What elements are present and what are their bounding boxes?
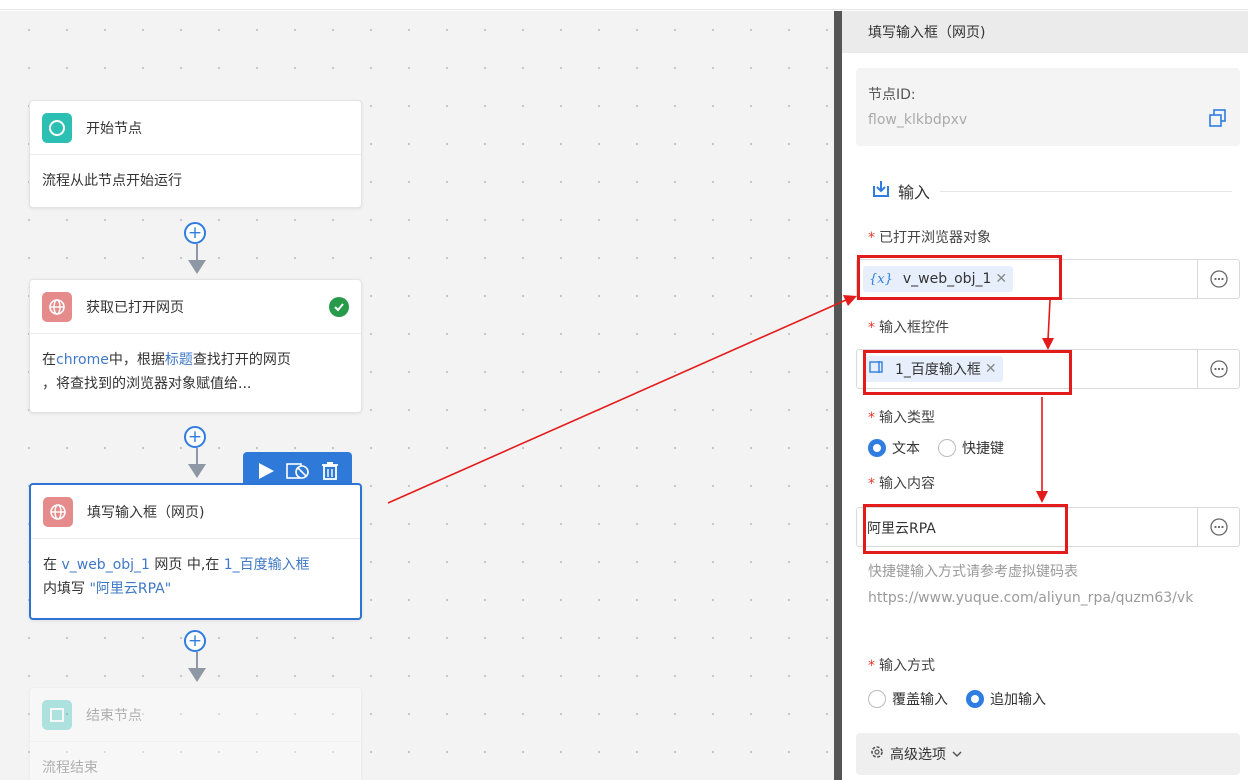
end-node-desc: 流程结束 xyxy=(42,760,98,776)
hotkey-doc-url: https://www.yuque.com/aliyun_rpa/quzm63/… xyxy=(868,590,1194,606)
radio-hotkey[interactable] xyxy=(938,439,956,457)
input-control-label: * 输入框控件 xyxy=(868,320,949,336)
get-page-node-desc: 在chrome中，根据标题查找打开的网页 ，将查找到的浏览器对象赋值给... xyxy=(42,352,291,392)
end-node-header: 结束节点 xyxy=(30,688,361,742)
add-node-plus-button[interactable]: + xyxy=(184,630,206,652)
start-node-header: 开始节点 xyxy=(30,101,361,155)
start-node-title: 开始节点 xyxy=(86,120,142,137)
globe-icon xyxy=(42,291,72,322)
trash-icon[interactable] xyxy=(320,461,340,485)
start-node[interactable]: 开始节点 流程从此节点开始运行 xyxy=(29,100,362,208)
gear-icon xyxy=(870,745,884,763)
variable-tag-value: v_web_obj_1 xyxy=(902,271,992,287)
section-divider xyxy=(940,190,1232,192)
ellipsis-icon xyxy=(1209,360,1228,378)
input-content-field[interactable]: 阿里云RPA xyxy=(856,507,1240,547)
fill-input-node-header: 填写输入框（网页) xyxy=(31,485,360,539)
radio-append[interactable] xyxy=(966,690,984,708)
input-mode-radio-group: 覆盖输入 追加输入 xyxy=(868,689,1064,709)
control-tag-value: 1_百度输入框 xyxy=(895,362,981,378)
radio-text[interactable] xyxy=(868,439,886,457)
get-page-node[interactable]: 获取已打开网页 在chrome中，根据标题查找打开的网页 ，将查找到的浏览器对象… xyxy=(29,279,362,413)
panel-header-title: 填写输入框（网页) xyxy=(842,11,1248,53)
add-node-plus-button[interactable]: + xyxy=(184,222,206,244)
node-id-card: 节点ID: flow_klkbdpxv xyxy=(856,68,1240,146)
end-node-title: 结束节点 xyxy=(86,707,142,724)
end-node[interactable]: 结束节点 流程结束 xyxy=(29,687,362,780)
node-id-value: flow_klkbdpxv xyxy=(868,112,968,128)
connector-arrow xyxy=(188,652,206,682)
radio-append-label[interactable]: 追加输入 xyxy=(990,689,1046,709)
radio-text-label[interactable]: 文本 xyxy=(892,438,920,458)
flow-canvas[interactable]: 开始节点 流程从此节点开始运行 + 获取已打开网页 在chrome中，根据标题查… xyxy=(0,11,834,780)
square-icon xyxy=(42,699,72,730)
more-options-button[interactable] xyxy=(1197,260,1239,298)
ellipsis-icon xyxy=(1209,518,1228,536)
more-options-button[interactable] xyxy=(1197,350,1239,388)
node-id-label: 节点ID: xyxy=(868,87,916,103)
more-options-button[interactable] xyxy=(1197,508,1239,546)
get-page-node-header: 获取已打开网页 xyxy=(30,280,361,334)
hotkey-hint: 快捷键输入方式请参考虚拟键码表 https://www.yuque.com/al… xyxy=(868,559,1228,611)
radio-hotkey-label[interactable]: 快捷键 xyxy=(962,438,1004,458)
connector-arrow xyxy=(188,448,206,478)
input-section-icon xyxy=(872,180,890,202)
globe-icon xyxy=(43,496,73,527)
remove-tag-icon[interactable]: ✕ xyxy=(995,271,1007,287)
fill-input-node-title: 填写输入框（网页) xyxy=(87,504,205,521)
variable-icon: {x} xyxy=(869,271,893,287)
browser-object-label: * 已打开浏览器对象 xyxy=(868,230,991,246)
success-check-icon xyxy=(329,296,349,317)
add-node-plus-button[interactable]: + xyxy=(184,426,206,448)
input-type-label: * 输入类型 xyxy=(868,410,935,426)
chevron-down-icon xyxy=(952,746,962,762)
browser-object-field[interactable]: {x} v_web_obj_1 ✕ xyxy=(856,259,1240,299)
input-content-value[interactable]: 阿里云RPA xyxy=(867,518,936,538)
input-section-header: 输入 xyxy=(872,179,1232,203)
advanced-options-toggle[interactable]: 高级选项 xyxy=(856,733,1240,775)
get-page-node-title: 获取已打开网页 xyxy=(86,299,184,316)
radio-overwrite[interactable] xyxy=(868,690,886,708)
properties-panel: 填写输入框（网页) 节点ID: flow_klkbdpxv 输入 * 已打开浏览器… xyxy=(842,11,1248,780)
top-bar xyxy=(0,0,1248,10)
input-section-title: 输入 xyxy=(898,183,931,202)
input-content-label: * 输入内容 xyxy=(868,476,935,492)
circle-icon xyxy=(42,112,72,143)
input-control-field[interactable]: 1_百度输入框 ✕ xyxy=(856,349,1240,389)
input-box-icon xyxy=(869,360,885,378)
input-mode-label: * 输入方式 xyxy=(868,658,935,674)
variable-tag[interactable]: {x} v_web_obj_1 ✕ xyxy=(863,266,1014,292)
control-tag[interactable]: 1_百度输入框 ✕ xyxy=(863,356,1003,382)
fill-input-node[interactable]: 填写输入框（网页) 在 v_web_obj_1 网页 中,在 1_百度输入框 内… xyxy=(29,483,362,620)
connector-arrow xyxy=(188,244,206,274)
advanced-options-label: 高级选项 xyxy=(890,747,946,763)
disable-icon[interactable] xyxy=(285,461,311,485)
fill-input-node-desc: 在 v_web_obj_1 网页 中,在 1_百度输入框 内填写 "阿里云RPA… xyxy=(43,557,310,597)
radio-overwrite-label[interactable]: 覆盖输入 xyxy=(892,689,948,709)
start-node-desc: 流程从此节点开始运行 xyxy=(42,173,182,189)
copy-icon[interactable] xyxy=(1208,108,1228,132)
run-icon[interactable] xyxy=(256,461,276,485)
remove-tag-icon[interactable]: ✕ xyxy=(985,361,997,377)
panel-divider[interactable] xyxy=(834,11,842,780)
input-type-radio-group: 文本 快捷键 xyxy=(868,438,1022,458)
ellipsis-icon xyxy=(1209,270,1228,288)
